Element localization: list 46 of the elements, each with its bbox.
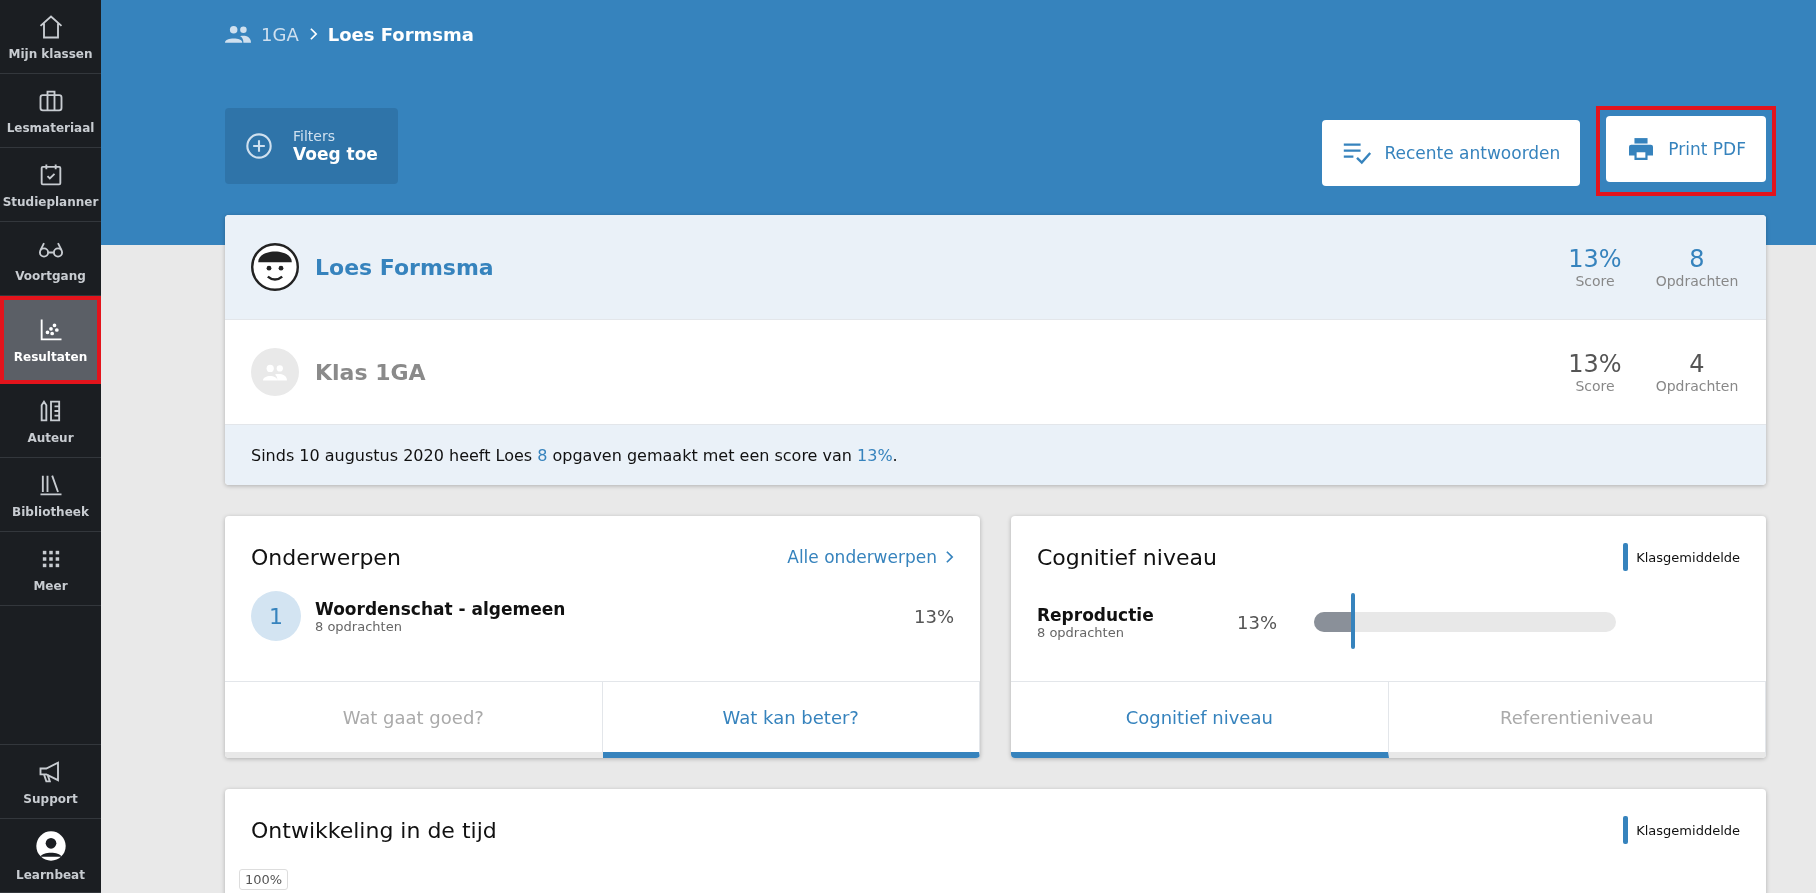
sidebar-item[interactable]: Bibliotheek bbox=[0, 458, 101, 532]
level-name: Reproductie bbox=[1037, 604, 1155, 625]
class-name: Klas 1GA bbox=[315, 359, 427, 385]
legend-marker bbox=[1623, 543, 1629, 571]
score-label: Score bbox=[1575, 273, 1615, 289]
score-label: Score bbox=[1575, 378, 1615, 394]
all-topics-link[interactable]: Alle onderwerpen bbox=[787, 547, 937, 567]
filters-button[interactable]: Filters Voeg toe bbox=[225, 108, 398, 184]
level-score: 13% bbox=[1237, 611, 1278, 633]
card-title: Onderwerpen bbox=[251, 544, 402, 570]
topic-count: 8 opdrachten bbox=[315, 618, 403, 634]
legend-marker bbox=[1623, 816, 1629, 844]
count-label: Opdrachten bbox=[1655, 273, 1739, 289]
print-button[interactable]: Print PDF bbox=[1606, 116, 1766, 182]
card-title: Ontwikkeling in de tijd bbox=[251, 817, 498, 843]
avatar-icon bbox=[251, 243, 299, 291]
tab[interactable]: Wat kan beter? bbox=[602, 682, 980, 758]
recent-answers-button[interactable]: Recente antwoorden bbox=[1322, 120, 1581, 186]
breadcrumb-current: Loes Formsma bbox=[327, 23, 474, 45]
summary-sentence: Sinds 10 augustus 2020 heeft Loes 8 opgaven gemaakt met een score van 13%. bbox=[251, 445, 898, 465]
count-value: 4 bbox=[1689, 350, 1705, 378]
topic-name: Woordenschat - algemeen bbox=[315, 598, 567, 619]
group-icon bbox=[225, 25, 251, 43]
sidebar-item[interactable]: Learnbeat bbox=[0, 819, 101, 893]
count-value: 8 bbox=[1689, 245, 1705, 273]
list-check-icon bbox=[1342, 141, 1373, 165]
chevron-right-icon bbox=[945, 550, 954, 564]
count-label: Opdrachten bbox=[1655, 378, 1739, 394]
level-count: 8 opdrachten bbox=[1037, 624, 1124, 640]
axis-label: 100% bbox=[239, 869, 289, 890]
sidebar-item[interactable]: Meer bbox=[0, 532, 101, 606]
legend-label: Klasgemiddelde bbox=[1636, 549, 1740, 565]
rank-badge: 1 bbox=[251, 591, 301, 641]
add-circle-icon bbox=[245, 132, 273, 160]
sidebar-item[interactable]: Support bbox=[0, 745, 101, 819]
sidebar-item[interactable]: Resultaten bbox=[0, 296, 101, 384]
avatar-icon bbox=[34, 829, 67, 862]
tab[interactable]: Cognitief niveau bbox=[1011, 682, 1389, 758]
score-value: 13% bbox=[1568, 245, 1622, 273]
legend-label: Klasgemiddelde bbox=[1636, 822, 1740, 838]
card-title: Cognitief niveau bbox=[1037, 544, 1218, 570]
chevron-right-icon bbox=[308, 27, 318, 41]
score-value: 13% bbox=[1568, 350, 1622, 378]
student-name[interactable]: Loes Formsma bbox=[315, 254, 1536, 280]
topic-score: 13% bbox=[914, 605, 954, 627]
sidebar-item[interactable]: Auteur bbox=[0, 384, 101, 458]
